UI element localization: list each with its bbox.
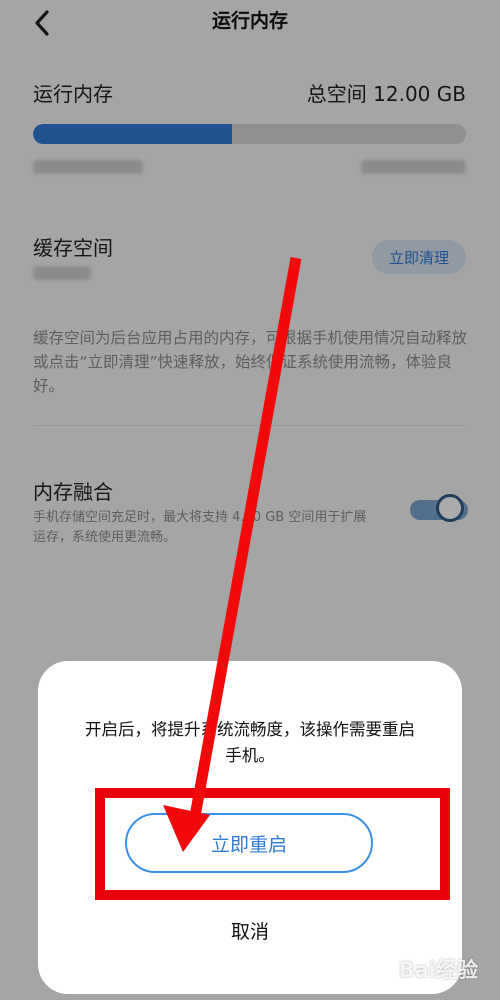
restart-dialog: 开启后，将提升系统流畅度，该操作需要重启手机。 立即重启 取消 (38, 661, 462, 994)
red-highlight-box (95, 788, 450, 900)
cancel-button[interactable]: 取消 (38, 917, 462, 944)
dialog-message: 开启后，将提升系统流畅度，该操作需要重启手机。 (85, 720, 415, 765)
watermark: Bai经验 (398, 958, 478, 982)
